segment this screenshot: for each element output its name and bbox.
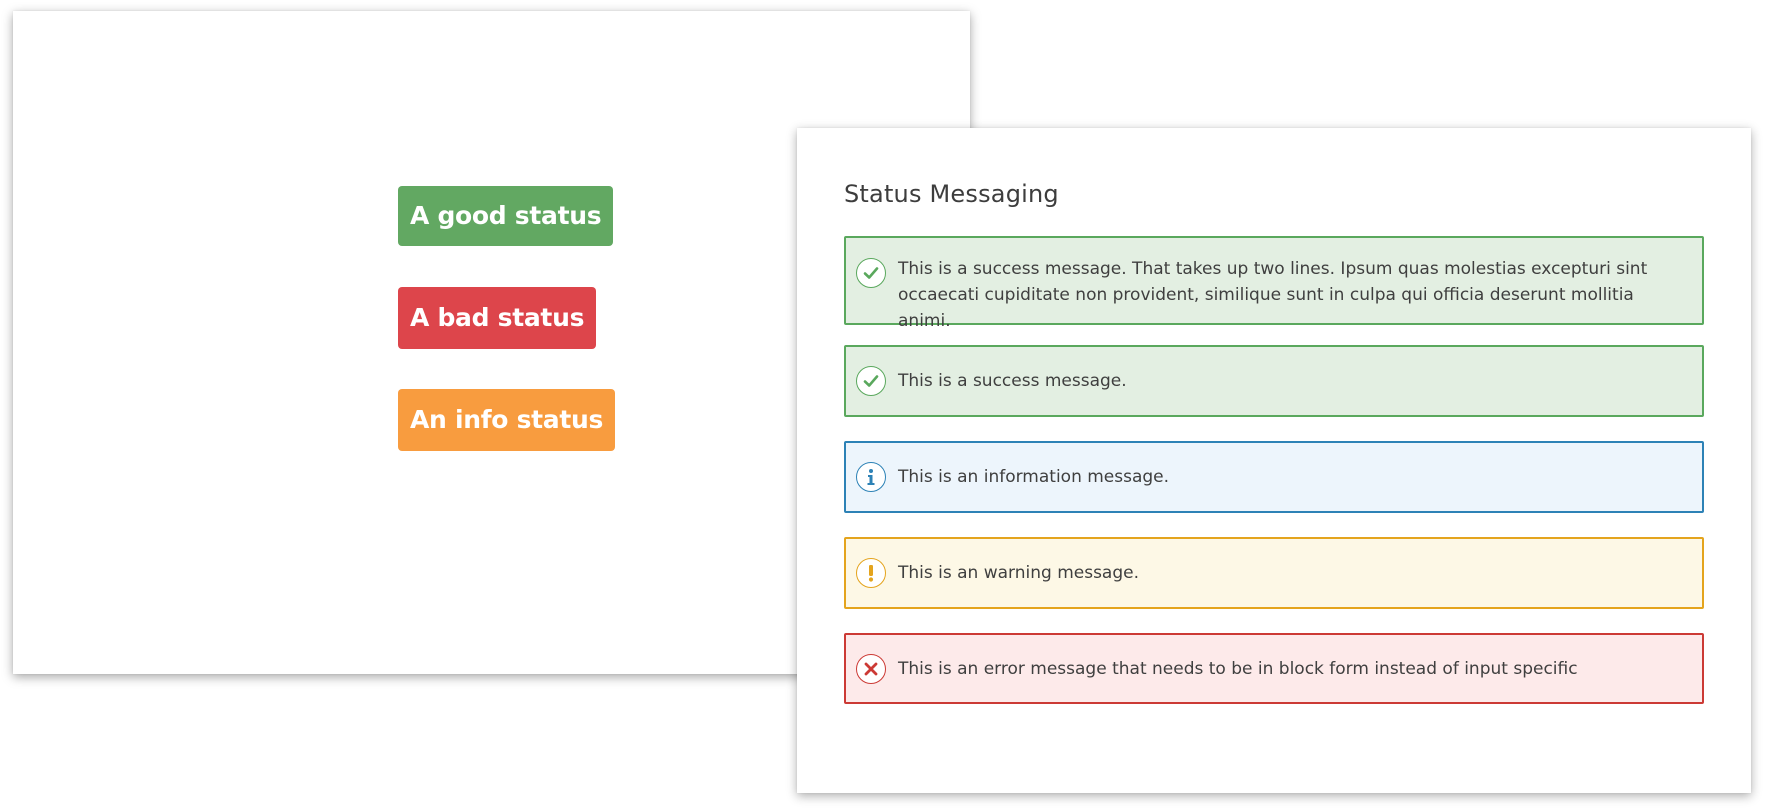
message-text: This is an error message that needs to b… — [898, 658, 1578, 679]
panel-title: Status Messaging — [844, 180, 1059, 208]
info-icon — [856, 462, 886, 492]
message-text: This is an warning message. — [898, 563, 1140, 583]
message-text: This is an information message. — [898, 467, 1170, 487]
status-messaging-panel: Status Messaging This is a success messa… — [797, 128, 1751, 793]
good-status-badge: A good status — [398, 186, 614, 246]
close-icon — [856, 653, 886, 684]
error-message: This is an error message that needs to b… — [844, 633, 1704, 704]
check-icon — [856, 366, 886, 396]
message-text: This is a success message. — [898, 371, 1127, 391]
check-icon — [856, 258, 886, 288]
success-message-long: This is a success message. That takes up… — [844, 236, 1704, 331]
warning-message: This is an warning message. — [844, 537, 1704, 609]
message-text: This is a success message. That takes up… — [898, 259, 1648, 331]
bad-status-badge: A bad status — [398, 287, 597, 349]
exclamation-icon — [856, 558, 886, 588]
info-message: This is an information message. — [844, 441, 1704, 513]
info-status-badge: An info status — [398, 389, 616, 451]
success-message: This is a success message. — [844, 345, 1704, 417]
